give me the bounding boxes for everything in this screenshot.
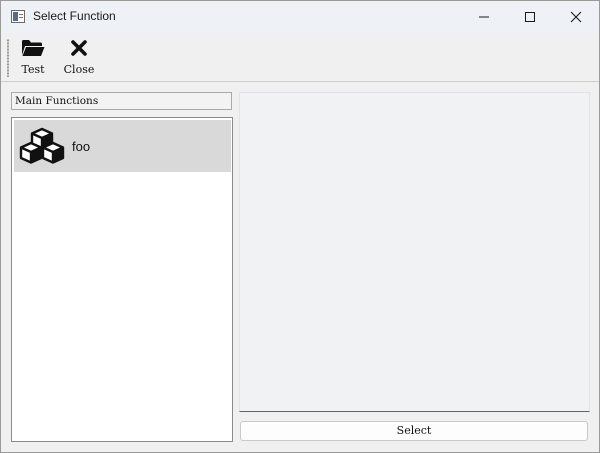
toolbar-grip[interactable]: [7, 39, 9, 77]
test-button-label: Test: [21, 63, 45, 76]
minimize-icon: [479, 16, 489, 18]
minimize-button[interactable]: [461, 1, 507, 33]
function-list[interactable]: foo: [11, 117, 233, 442]
close-button[interactable]: Close: [59, 37, 99, 79]
select-button[interactable]: Select: [240, 421, 588, 441]
cubes-icon: [19, 127, 65, 170]
close-button-label: Close: [63, 63, 95, 76]
test-button[interactable]: Test: [13, 37, 53, 79]
list-item-foo[interactable]: foo: [14, 120, 231, 172]
select-function-window: Select Function Test Close Main Function…: [0, 0, 600, 453]
toolbar: Test Close: [1, 33, 599, 82]
close-window-button[interactable]: [553, 1, 599, 33]
window-title: Select Function: [33, 9, 116, 23]
title-bar[interactable]: Select Function: [1, 1, 599, 33]
main-functions-header[interactable]: Main Functions: [11, 92, 232, 110]
list-item-label: foo: [72, 139, 91, 154]
close-icon: [570, 11, 582, 23]
maximize-icon: [525, 12, 535, 22]
function-preview-area[interactable]: [239, 92, 590, 412]
app-window-icon: [11, 10, 25, 23]
folder-open-icon: [21, 37, 45, 59]
maximize-button[interactable]: [507, 1, 553, 33]
x-mark-icon: [70, 37, 88, 59]
